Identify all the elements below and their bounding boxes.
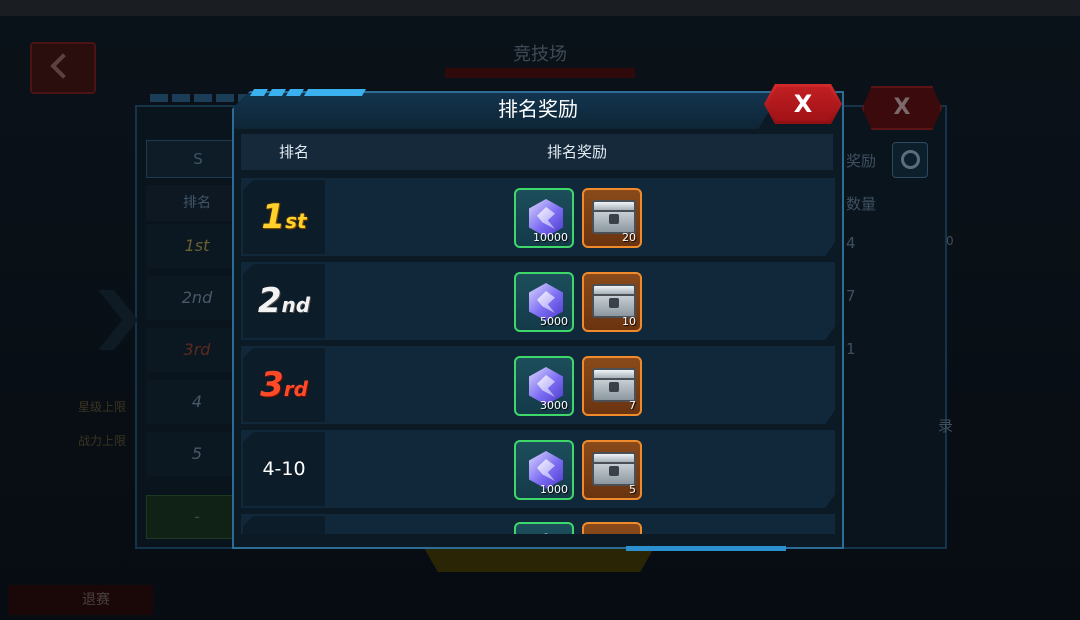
- reward-row-5: [241, 514, 835, 534]
- crystal-reward-4[interactable]: 1000: [514, 440, 574, 500]
- reward-row-3: 3rd 3000 7: [241, 346, 835, 424]
- reward-list[interactable]: 1st 10000 20 2nd 5000 10 3rd 3000 7 4-10…: [241, 178, 835, 534]
- reward-column-header: 排名奖励: [546, 143, 607, 161]
- rank-label-2: 2nd: [257, 281, 311, 321]
- background-warning-text: [445, 68, 635, 78]
- background-count-header: 数量: [846, 195, 877, 213]
- crystal-reward-1[interactable]: 10000: [514, 188, 574, 248]
- chest-count: 5: [629, 483, 636, 496]
- modal-title: 排名奖励: [498, 97, 578, 121]
- chest-reward-3[interactable]: 7: [582, 356, 642, 416]
- background-count-1: 4: [846, 234, 856, 252]
- background-close-button[interactable]: X: [862, 86, 942, 130]
- rank-label-4: 4-10: [262, 458, 306, 480]
- close-icon: X: [793, 90, 813, 118]
- chest-reward-2[interactable]: 10: [582, 272, 642, 332]
- reward-row-1: 1st 10000 20: [241, 178, 835, 256]
- rank-label-1: 1st: [261, 197, 307, 237]
- rank-label-5: [243, 516, 325, 534]
- exit-button[interactable]: 退赛: [8, 585, 153, 615]
- top-bar: [0, 0, 1080, 16]
- background-count-2: 7: [846, 287, 856, 305]
- purple-crystal-icon: [529, 533, 563, 534]
- exit-label: 退赛: [82, 592, 110, 608]
- crystal-count: 3000: [540, 399, 568, 412]
- back-button[interactable]: [30, 42, 96, 94]
- search-icon[interactable]: [892, 142, 928, 178]
- crystal-reward-3[interactable]: 3000: [514, 356, 574, 416]
- rank-label-3: 3rd: [260, 365, 308, 405]
- crystal-count: 10000: [533, 231, 568, 244]
- chest-reward-1[interactable]: 20: [582, 188, 642, 248]
- background-extra-value: 0: [946, 234, 954, 248]
- background-record-label: 录: [938, 417, 954, 435]
- crystal-reward-5[interactable]: [514, 522, 574, 534]
- crystal-count: 1000: [540, 483, 568, 496]
- reward-row-4: 4-10 1000 5: [241, 430, 835, 508]
- chest-count: 10: [622, 315, 636, 328]
- background-star-limit: 星级上限: [78, 400, 127, 414]
- background-reward-label: 奖励: [846, 152, 877, 170]
- background-title: 竞技场: [513, 44, 567, 65]
- chest-count: 20: [622, 231, 636, 244]
- crystal-count: 5000: [540, 315, 568, 328]
- table-header: 排名 排名奖励: [241, 134, 833, 170]
- background-count-3: 1: [846, 340, 856, 358]
- background-gold-button[interactable]: [424, 548, 654, 572]
- chest-reward-4[interactable]: 5: [582, 440, 642, 500]
- close-button[interactable]: X: [764, 84, 842, 124]
- chest-reward-5[interactable]: [582, 522, 642, 534]
- rank-column-header: 排名: [278, 143, 309, 161]
- background-power-limit: 战力上限: [78, 434, 127, 448]
- chest-count: 7: [629, 399, 636, 412]
- reward-row-2: 2nd 5000 10: [241, 262, 835, 340]
- crystal-reward-2[interactable]: 5000: [514, 272, 574, 332]
- modal-bottom-accent: [626, 546, 786, 551]
